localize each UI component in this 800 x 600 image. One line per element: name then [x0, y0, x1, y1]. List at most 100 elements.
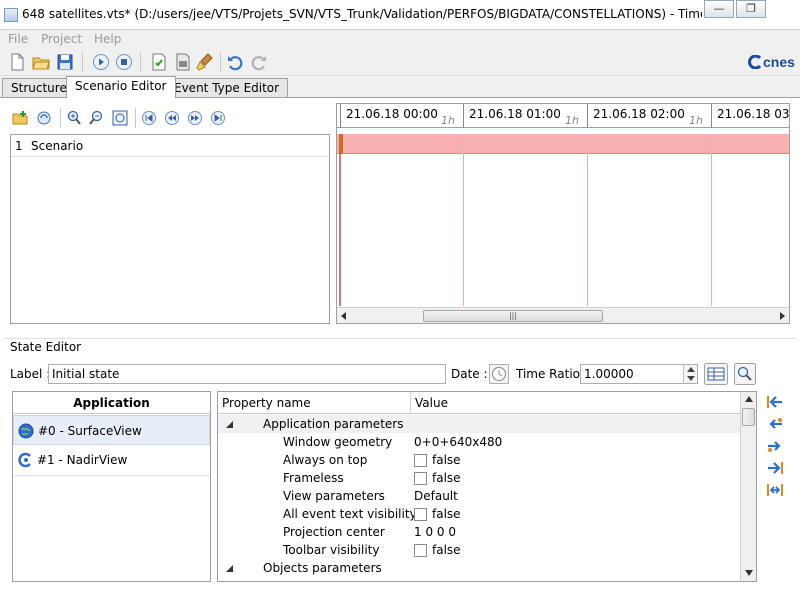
scrollbar-thumb[interactable] [742, 408, 755, 426]
undo-icon[interactable] [226, 53, 244, 71]
list-item[interactable]: #0 - SurfaceView [13, 415, 210, 445]
zoom-out-icon[interactable] [89, 110, 105, 126]
time-ratio-input[interactable]: 1.00000 [580, 364, 698, 384]
table-row[interactable]: Objects parameters [218, 559, 740, 577]
property-scrollbar[interactable] [740, 392, 756, 581]
table-row[interactable]: Window geometry 0+0+640x480 [218, 433, 740, 451]
table-row[interactable]: View parameters Default [218, 487, 740, 505]
first-icon[interactable] [141, 110, 157, 126]
expand-triangle-icon[interactable] [226, 421, 233, 428]
table-row[interactable]: Projection center 1 0 0 0 [218, 523, 740, 541]
save-icon[interactable] [56, 53, 74, 71]
last-icon[interactable] [210, 110, 226, 126]
table-row[interactable]: Application parameters [218, 415, 740, 433]
expand-triangle-icon[interactable] [226, 565, 233, 572]
toolbar-separator [220, 52, 221, 72]
minimize-button[interactable]: — [704, 0, 734, 18]
column-header-value[interactable]: Value [415, 396, 448, 410]
property-checkbox[interactable] [414, 508, 427, 521]
date-caption: Date : [451, 367, 488, 381]
previous-icon[interactable] [164, 110, 180, 126]
menu-file[interactable]: File [8, 32, 28, 46]
label-input[interactable]: Initial state [48, 364, 446, 384]
property-value: false [432, 507, 461, 521]
next-icon[interactable] [187, 110, 203, 126]
chevron-down-icon[interactable] [687, 376, 695, 381]
scroll-down-icon[interactable] [745, 570, 753, 576]
scroll-left-icon[interactable] [340, 312, 348, 320]
property-group-name: Application parameters [263, 417, 404, 431]
column-header-property-name[interactable]: Property name [222, 396, 311, 410]
property-name: Window geometry [283, 435, 393, 449]
property-name: Always on top [283, 453, 368, 467]
timeline-interval-label: 1h [565, 114, 579, 127]
timeline-view[interactable]: 21.06.18 00:00 1h 21.06.18 01:00 1h 21.0… [336, 103, 790, 324]
scenario-time-bar[interactable] [337, 134, 789, 154]
scrollbar-thumb[interactable]: ||| [423, 310, 603, 322]
time-ratio-caption: Time Ratio : [516, 367, 588, 381]
property-value[interactable]: 0+0+640x480 [414, 433, 502, 451]
property-name: Toolbar visibility [283, 543, 380, 557]
move-down-icon[interactable] [766, 438, 784, 454]
main-toolbar [0, 48, 800, 76]
scroll-right-icon[interactable] [778, 312, 786, 320]
move-last-icon[interactable] [766, 460, 784, 476]
table-row[interactable]: Toolbar visibility false [218, 541, 740, 559]
refresh-icon[interactable] [36, 110, 52, 126]
cnes-logo-icon [748, 55, 762, 69]
property-name: Frameless [283, 471, 344, 485]
toolbar-separator [60, 108, 61, 128]
timeline-interval-label: 1h [441, 114, 455, 127]
table-row[interactable]: All event text visibility false [218, 505, 740, 523]
menu-help[interactable]: Help [94, 32, 121, 46]
zoom-fit-icon[interactable] [112, 110, 128, 126]
current-time-marker[interactable] [339, 134, 343, 154]
table-row[interactable]: Always on top false [218, 451, 740, 469]
property-checkbox[interactable] [414, 454, 427, 467]
menu-bar: File Project Help [0, 30, 800, 48]
export-document-icon[interactable] [174, 53, 192, 71]
search-icon[interactable] [734, 363, 756, 385]
application-list-header: Application [13, 392, 210, 414]
scroll-up-icon[interactable] [745, 396, 753, 402]
property-checkbox[interactable] [414, 544, 427, 557]
timeline-tick-label: 21.06.18 00:00 [346, 107, 438, 121]
window-title: 648 satellites.vts* (D:/users/jee/VTS/Pr… [22, 7, 702, 21]
time-ratio-stepper[interactable] [683, 365, 697, 383]
timeline-scrollbar[interactable]: ||| [337, 307, 789, 323]
scenario-name: Scenario [31, 139, 84, 153]
table-row[interactable]: Frameless false [218, 469, 740, 487]
list-item[interactable]: #1 - NadirView [13, 445, 210, 475]
play-icon[interactable] [92, 53, 110, 71]
tab-scenario-editor[interactable]: Scenario Editor [66, 76, 176, 98]
table-view-icon[interactable] [704, 363, 728, 385]
move-up-icon[interactable] [766, 416, 784, 432]
title-bar: 648 satellites.vts* (D:/users/jee/VTS/Pr… [0, 0, 800, 30]
property-value: false [432, 471, 461, 485]
menu-project[interactable]: Project [41, 32, 82, 46]
add-folder-icon[interactable] [12, 110, 28, 126]
clock-icon[interactable] [489, 364, 509, 384]
tab-structure[interactable]: Structure [2, 78, 76, 97]
timeline-interval-label: 1h [689, 114, 703, 127]
restore-button[interactable]: ❐ [736, 0, 766, 18]
toolbar-separator [140, 52, 141, 72]
chevron-up-icon[interactable] [687, 367, 695, 372]
property-value[interactable]: 1 0 0 0 [414, 523, 456, 541]
property-checkbox[interactable] [414, 472, 427, 485]
tab-event-type-editor[interactable]: Event Type Editor [165, 78, 289, 97]
list-item[interactable]: 1 Scenario [11, 135, 329, 157]
property-table: Property name Value Application paramete… [217, 391, 757, 582]
move-first-icon[interactable] [766, 394, 784, 410]
scenario-list: 1 Scenario [10, 134, 330, 324]
swap-icon[interactable] [766, 482, 784, 498]
validate-document-icon[interactable] [150, 53, 168, 71]
new-file-icon[interactable] [8, 53, 26, 71]
stop-icon[interactable] [115, 53, 133, 71]
open-folder-icon[interactable] [32, 53, 50, 71]
clean-broom-icon[interactable] [196, 53, 214, 71]
property-value[interactable]: Default [414, 487, 458, 505]
redo-icon[interactable] [250, 53, 268, 71]
row-divider [13, 475, 210, 476]
zoom-in-icon[interactable] [66, 110, 82, 126]
